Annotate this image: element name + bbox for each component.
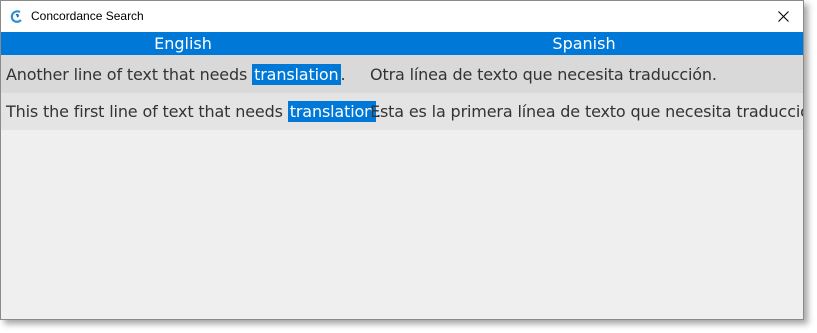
window-title: Concordance Search <box>31 9 144 23</box>
result-row[interactable]: Another line of text that needs translat… <box>1 55 803 93</box>
concordance-window: Concordance Search English Spanish Anoth… <box>0 0 804 320</box>
column-header-target[interactable]: Spanish <box>365 32 803 55</box>
source-text: This the first line of text that needs <box>6 102 288 121</box>
source-cell: This the first line of text that needs t… <box>6 93 381 130</box>
source-text-end: . <box>340 64 346 84</box>
app-logo-icon <box>9 9 23 23</box>
column-header-source[interactable]: English <box>1 32 365 55</box>
match-highlight: translation <box>252 63 341 85</box>
close-icon <box>778 11 789 22</box>
source-cell: Another line of text that needs translat… <box>6 55 346 93</box>
title-bar[interactable]: Concordance Search <box>1 1 803 32</box>
match-highlight: translation <box>287 101 377 122</box>
grid-header: English Spanish <box>1 32 803 55</box>
result-row[interactable]: This the first line of text that needs t… <box>1 93 803 130</box>
source-text: Another line of text that needs <box>6 64 253 84</box>
target-cell: Otra línea de texto que necesita traducc… <box>370 64 717 84</box>
results-grid: English Spanish Another line of text tha… <box>1 32 803 130</box>
close-button[interactable] <box>763 1 803 32</box>
target-cell: Esta es la primera línea de texto que ne… <box>370 102 804 121</box>
